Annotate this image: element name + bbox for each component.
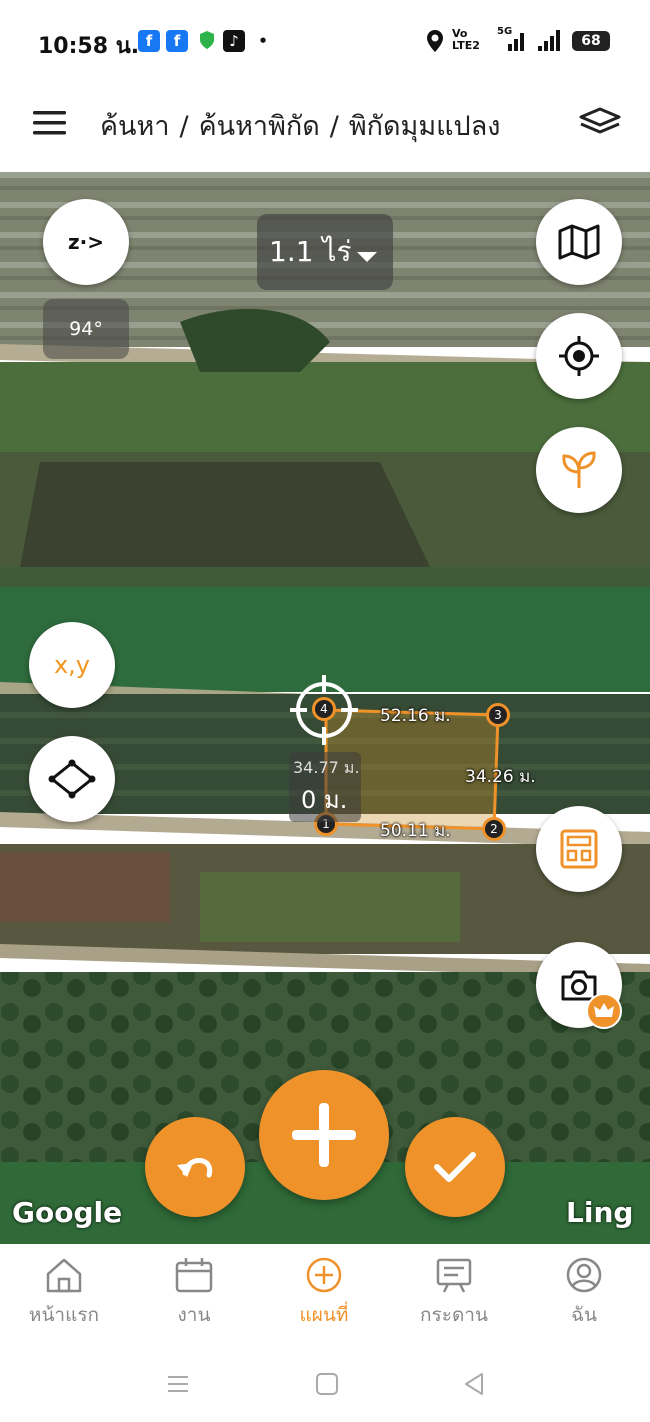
nav-map[interactable]: แผนที่ (264, 1256, 384, 1330)
edge-length-top: 52.16 ม. (380, 706, 451, 726)
facebook-icon: f (166, 30, 188, 52)
coordinate-label: x,y (53, 651, 91, 679)
chevron-down-icon (357, 252, 377, 262)
shield-icon (196, 30, 218, 52)
nav-map-label: แผนที่ (299, 1304, 349, 1326)
breadcrumb-plot-corner: พิกัดมุมแปลง (348, 111, 501, 142)
board-icon (436, 1258, 472, 1293)
coordinate-button[interactable]: x,y (29, 622, 115, 708)
polygon-icon (48, 759, 96, 799)
calculator-button[interactable] (536, 806, 622, 892)
nav-board-label: กระดาน (420, 1304, 488, 1326)
premium-crown-icon (586, 993, 622, 1029)
bottom-navigation: หน้าแรก งาน แผนที่ กระดาน ฉัน (0, 1244, 650, 1354)
map-icon (558, 224, 600, 260)
distance-readout: 34.77 ม. 0 ม. (289, 752, 361, 822)
calendar-icon (175, 1258, 213, 1293)
edge-length-right: 34.26 ม. (465, 767, 536, 787)
signal-label: 5G (497, 26, 513, 37)
home-icon (46, 1258, 82, 1293)
check-icon (434, 1152, 476, 1182)
plus-icon (292, 1103, 356, 1167)
nav-tasks[interactable]: งาน (134, 1256, 254, 1330)
sprout-icon (562, 451, 596, 488)
target-icon (559, 336, 599, 376)
add-point-button[interactable] (259, 1070, 389, 1200)
facebook-icon: f (138, 30, 160, 52)
corner-point-2[interactable]: 2 (482, 817, 506, 841)
nav-home[interactable]: หน้าแรก (4, 1256, 124, 1330)
more-dot-icon: • (258, 32, 268, 50)
layers-icon[interactable] (578, 106, 622, 138)
calculator-icon (560, 829, 598, 869)
area-dropdown[interactable]: 1.1 ไร่ (257, 214, 393, 290)
edge-length-bottom: 50.11 ม. (380, 821, 451, 841)
tiktok-icon: ♪ (223, 30, 245, 52)
ling-attribution: Ling (566, 1196, 634, 1229)
google-attribution: Google (12, 1196, 123, 1229)
status-bar: 10:58 น. f f ♪ • Vo LTE2 5G 68 (0, 0, 650, 82)
home-button-icon[interactable] (315, 1372, 339, 1396)
edge-length-left: 34.77 ม. (293, 758, 360, 777)
compass-icon: z·> (68, 230, 104, 254)
undo-icon (177, 1158, 213, 1178)
draw-polygon-button[interactable] (29, 736, 115, 822)
network-label: Vo LTE2 (452, 27, 480, 52)
breadcrumb-search[interactable]: ค้นหา (100, 111, 169, 142)
back-icon[interactable] (462, 1372, 486, 1396)
battery-indicator: 68 (572, 31, 610, 51)
breadcrumb-separator: / (329, 111, 339, 142)
status-time: 10:58 น. (38, 34, 140, 59)
map-view[interactable]: 1 2 3 4 52.16 ม. 34.26 ม. 50.11 ม. 34.77… (0, 172, 650, 1244)
nav-profile[interactable]: ฉัน (524, 1256, 644, 1330)
nav-home-label: หน้าแรก (28, 1304, 100, 1326)
current-distance: 0 ม. (301, 786, 348, 814)
confirm-button[interactable] (405, 1117, 505, 1217)
heading-readout: 94° (43, 299, 129, 359)
area-value: 1.1 ไร่ (269, 235, 352, 268)
system-navigation-bar (0, 1354, 650, 1422)
nav-profile-label: ฉัน (571, 1304, 597, 1326)
map-type-button[interactable] (536, 199, 622, 285)
breadcrumb-separator: / (179, 111, 189, 142)
top-app-bar: ค้นหา / ค้นหาพิกัด / พิกัดมุมแปลง (0, 82, 650, 172)
location-icon (427, 30, 443, 52)
menu-icon[interactable] (33, 110, 67, 136)
breadcrumb: ค้นหา / ค้นหาพิกัด / พิกัดมุมแปลง (100, 104, 510, 147)
profile-icon (566, 1257, 602, 1293)
undo-button[interactable] (145, 1117, 245, 1217)
corner-point-3[interactable]: 3 (486, 703, 510, 727)
breadcrumb-search-coordinate[interactable]: ค้นหาพิกัด (199, 111, 320, 142)
my-location-button[interactable] (536, 313, 622, 399)
corner-point-4[interactable]: 4 (312, 697, 336, 721)
nav-board[interactable]: กระดาน (394, 1256, 514, 1330)
signal-icon (538, 30, 560, 51)
add-circle-icon (306, 1257, 342, 1293)
compass-button[interactable]: z·> (43, 199, 129, 285)
crop-button[interactable] (536, 427, 622, 513)
recent-apps-icon[interactable] (166, 1372, 190, 1396)
nav-tasks-label: งาน (177, 1304, 211, 1326)
